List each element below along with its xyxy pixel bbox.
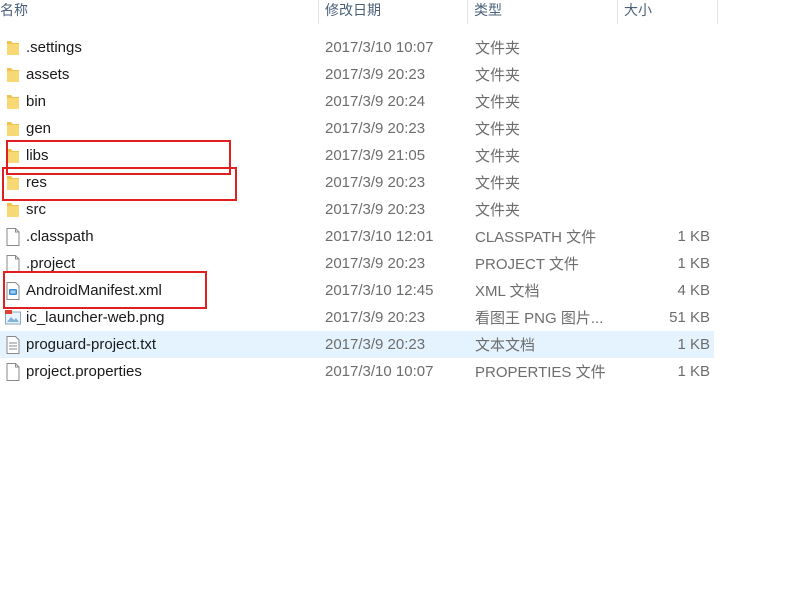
file-icon <box>3 362 23 382</box>
file-size: 1 KB <box>677 255 710 272</box>
file-icon <box>3 227 23 247</box>
file-name-cell: proguard-project.txt <box>0 335 319 355</box>
file-date: 2017/3/9 20:23 <box>325 336 426 353</box>
file-date: 2017/3/9 20:23 <box>325 309 426 326</box>
file-name: assets <box>26 66 70 83</box>
file-date: 2017/3/9 20:23 <box>325 255 426 272</box>
file-name: proguard-project.txt <box>26 336 157 353</box>
file-row[interactable]: src 2017/3/9 20:23 文件夹 <box>0 196 714 223</box>
file-row[interactable]: res 2017/3/9 20:23 文件夹 <box>0 169 714 196</box>
file-row[interactable]: ic_launcher-web.png 2017/3/9 20:23 看图王 PNG… <box>0 304 714 331</box>
file-name: ic_launcher-web.png <box>26 309 165 326</box>
file-name: gen <box>26 120 52 137</box>
file-type: 看图王 PNG 图片... <box>475 310 604 327</box>
folder-icon <box>3 146 23 166</box>
file-name-cell: src <box>0 200 319 220</box>
folder-icon <box>3 38 23 58</box>
file-date: 2017/3/9 20:24 <box>325 93 426 110</box>
file-row[interactable]: proguard-project.txt 2017/3/9 20:23 文本文档 1 … <box>0 331 714 358</box>
text-file-icon <box>3 335 23 355</box>
file-type: 文件夹 <box>475 148 521 165</box>
file-size: 51 KB <box>669 309 710 326</box>
file-type: 文件夹 <box>475 202 521 219</box>
folder-icon <box>3 200 23 220</box>
file-date: 2017/3/10 10:07 <box>325 39 434 56</box>
file-type: 文件夹 <box>475 67 521 84</box>
file-name: bin <box>26 93 47 110</box>
file-name: .settings <box>26 39 82 56</box>
file-name: .classpath <box>26 228 94 245</box>
file-name-cell: ic_launcher-web.png <box>0 308 319 328</box>
column-header-size[interactable]: 大小 <box>618 0 718 24</box>
file-date: 2017/3/9 20:23 <box>325 66 426 83</box>
file-size: 1 KB <box>677 336 710 353</box>
file-name: .project <box>26 255 76 272</box>
folder-icon <box>3 173 23 193</box>
file-row[interactable]: assets 2017/3/9 20:23 文件夹 <box>0 61 714 88</box>
file-name-cell: .settings <box>0 38 319 58</box>
file-type: 文本文档 <box>475 337 536 354</box>
file-name-cell: AndroidManifest.xml <box>0 281 319 301</box>
file-name-cell: .project <box>0 254 319 274</box>
file-name-cell: libs <box>0 146 319 166</box>
folder-icon <box>3 92 23 112</box>
file-date: 2017/3/9 20:23 <box>325 201 426 218</box>
file-date: 2017/3/10 12:01 <box>325 228 434 245</box>
file-name: libs <box>26 147 49 164</box>
file-date: 2017/3/10 12:45 <box>325 282 434 299</box>
folder-icon <box>3 119 23 139</box>
file-name-cell: bin <box>0 92 319 112</box>
folder-icon <box>3 65 23 85</box>
file-date: 2017/3/9 21:05 <box>325 147 426 164</box>
file-size: 1 KB <box>677 363 710 380</box>
file-name: src <box>26 201 46 218</box>
file-date: 2017/3/9 20:23 <box>325 120 426 137</box>
file-row[interactable]: project.properties 2017/3/10 10:07 PROPERT… <box>0 358 714 385</box>
file-type: 文件夹 <box>475 175 521 192</box>
file-name: project.properties <box>26 363 142 380</box>
column-header: 名称 修改日期 类型 大小 <box>0 0 718 24</box>
file-row[interactable]: .project 2017/3/9 20:23 PROJECT 文件 1 KB <box>0 250 714 277</box>
file-name-cell: assets <box>0 65 319 85</box>
file-name-cell: res <box>0 173 319 193</box>
image-file-icon <box>3 308 23 328</box>
file-row[interactable]: bin 2017/3/9 20:24 文件夹 <box>0 88 714 115</box>
file-row[interactable]: .settings 2017/3/10 10:07 文件夹 <box>0 34 714 61</box>
file-date: 2017/3/9 20:23 <box>325 174 426 191</box>
file-type: 文件夹 <box>475 94 521 111</box>
column-header-name[interactable]: 名称 <box>0 0 319 24</box>
file-size: 4 KB <box>677 282 710 299</box>
file-type: PROPERTIES 文件 <box>475 364 606 381</box>
file-name-cell: gen <box>0 119 319 139</box>
column-header-type[interactable]: 类型 <box>468 0 618 24</box>
xml-file-icon <box>3 281 23 301</box>
file-icon <box>3 254 23 274</box>
file-name-cell: project.properties <box>0 362 319 382</box>
file-date: 2017/3/10 10:07 <box>325 363 434 380</box>
file-name-cell: .classpath <box>0 227 319 247</box>
file-type: PROJECT 文件 <box>475 256 579 273</box>
file-type: 文件夹 <box>475 40 521 57</box>
file-name: AndroidManifest.xml <box>26 282 162 299</box>
file-row[interactable]: gen 2017/3/9 20:23 文件夹 <box>0 115 714 142</box>
file-row[interactable]: .classpath 2017/3/10 12:01 CLASSPATH 文件 1 K… <box>0 223 714 250</box>
file-type: CLASSPATH 文件 <box>475 229 597 246</box>
file-explorer: 名称 修改日期 类型 大小 .settings 2017/3/10 10:07 文件… <box>0 0 785 608</box>
file-name: res <box>26 174 47 191</box>
file-type: XML 文档 <box>475 283 540 300</box>
file-type: 文件夹 <box>475 121 521 138</box>
file-row[interactable]: libs 2017/3/9 21:05 文件夹 <box>0 142 714 169</box>
column-header-date[interactable]: 修改日期 <box>319 0 468 24</box>
file-size: 1 KB <box>677 228 710 245</box>
file-row[interactable]: AndroidManifest.xml 2017/3/10 12:45 XML 文档… <box>0 277 714 304</box>
file-list: .settings 2017/3/10 10:07 文件夹 assets 2017/3/… <box>0 34 714 385</box>
